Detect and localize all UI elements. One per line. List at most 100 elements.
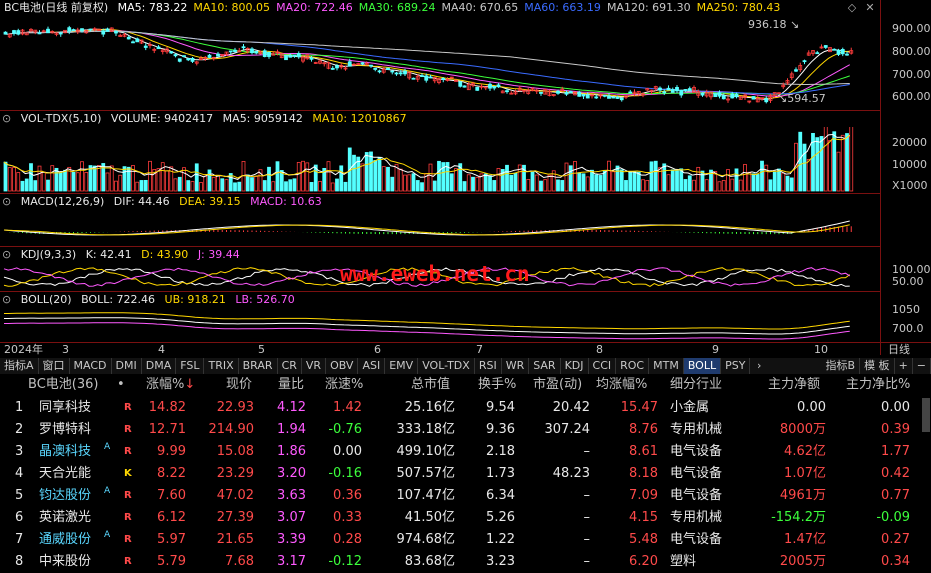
volume-bar bbox=[220, 178, 225, 192]
candle-body bbox=[394, 72, 399, 75]
period-label[interactable]: 日线 bbox=[888, 343, 910, 357]
tabs-scroll-right-icon[interactable]: › bbox=[754, 358, 764, 374]
candle-body bbox=[156, 46, 161, 50]
indicator-tab[interactable]: CR bbox=[278, 358, 302, 374]
table-row[interactable]: 6 英诺激光 R 6.12 27.39 3.07 0.33 41.50亿 5.26 – 4.15 专用… bbox=[0, 507, 931, 529]
table-row[interactable]: 8 中来股份 R 5.79 7.68 3.17 -0.12 83.68亿 3.23 – 6.20 塑料… bbox=[0, 551, 931, 573]
cell-vol-ratio: 1.86 bbox=[277, 444, 306, 459]
indicator-tab-right[interactable]: + bbox=[895, 358, 913, 374]
volume-bar bbox=[390, 176, 395, 192]
volume-bar bbox=[118, 174, 123, 192]
col-industry[interactable]: 细分行业 bbox=[670, 375, 722, 395]
indicator-tab[interactable]: 窗口 bbox=[39, 358, 70, 374]
col-main-ratio[interactable]: 主力净比% bbox=[846, 375, 910, 395]
stock-name: 天合光能 bbox=[39, 466, 92, 481]
vol-collapse-icon[interactable]: ⊙ bbox=[2, 112, 11, 125]
table-row[interactable]: 7 通威股份 A R 5.97 21.65 3.39 0.28 974.68亿 1.22 – 5.48… bbox=[0, 529, 931, 551]
volume-bar bbox=[624, 180, 628, 192]
indicator-tab[interactable]: MACD bbox=[70, 358, 112, 374]
time-axis-month: 3 bbox=[62, 343, 69, 356]
boll-collapse-icon[interactable]: ⊙ bbox=[2, 293, 11, 306]
col-pe[interactable]: 市盈(动) bbox=[533, 375, 582, 395]
col-cap[interactable]: 总市值 bbox=[411, 375, 450, 395]
ma-legend-item: MA60: 663.19 bbox=[524, 1, 601, 14]
table-row[interactable]: 2 罗博特科 R 12.71 214.90 1.94 -0.76 333.18亿 9.36 307… bbox=[0, 419, 931, 441]
indicator-tab[interactable]: OBV bbox=[326, 358, 359, 374]
macd-chart[interactable] bbox=[0, 210, 880, 246]
indicator-tab[interactable]: BRAR bbox=[239, 358, 278, 374]
indicator-tab[interactable]: TRIX bbox=[204, 358, 239, 374]
indicator-tab[interactable]: DMI bbox=[112, 358, 142, 374]
chart-close-icon[interactable]: ✕ bbox=[864, 2, 876, 14]
volume-bar bbox=[254, 176, 259, 192]
cell-speed: 1.42 bbox=[333, 400, 362, 415]
col-vol-ratio[interactable]: 量比 bbox=[278, 375, 304, 395]
col-avg-chg[interactable]: 均涨幅% bbox=[596, 375, 647, 395]
volume-bar bbox=[352, 154, 356, 192]
boll-chart[interactable] bbox=[0, 308, 880, 342]
cell-main-net: 1.07亿 bbox=[784, 466, 826, 481]
indicator-tab[interactable]: RSI bbox=[475, 358, 502, 374]
indicator-tab-right[interactable]: − bbox=[913, 358, 931, 374]
volume-chart[interactable] bbox=[0, 127, 880, 193]
cell-main-net: 4961万 bbox=[779, 488, 826, 503]
indicator-tab[interactable]: DMA bbox=[142, 358, 177, 374]
volume-bar bbox=[54, 167, 59, 192]
macd-collapse-icon[interactable]: ⊙ bbox=[2, 195, 11, 208]
volume-bar bbox=[105, 172, 110, 192]
indicator-tab-right[interactable]: 模 板 bbox=[860, 358, 895, 374]
volume-bar bbox=[122, 166, 127, 192]
col-main-net[interactable]: 主力净额 bbox=[768, 375, 820, 395]
volume-bar bbox=[292, 178, 297, 192]
indicator-tab-right[interactable]: 指标B bbox=[822, 358, 861, 374]
indicator-tab[interactable]: ASI bbox=[358, 358, 386, 374]
candle-body bbox=[815, 52, 820, 55]
kdj-collapse-icon[interactable]: ⊙ bbox=[2, 248, 11, 261]
candle-body bbox=[398, 72, 403, 75]
volume-bar bbox=[751, 173, 756, 192]
cell-industry: 专用机械 bbox=[670, 510, 723, 525]
candle-body bbox=[764, 98, 769, 103]
indicator-tab[interactable]: ROC bbox=[616, 358, 650, 374]
candle-body bbox=[169, 51, 174, 54]
chart-settings-icon[interactable]: ◇ bbox=[846, 2, 858, 14]
volume-bar bbox=[339, 165, 344, 192]
stock-table-header: BC电池(36) • 涨幅%↓ 现价 量比 涨速% 总市值 换手% 市盈(动) … bbox=[0, 375, 931, 395]
cell-avg-chg: 15.47 bbox=[620, 400, 658, 415]
volume-bar bbox=[585, 176, 590, 192]
table-row[interactable]: 5 钧达股份 A R 7.60 47.02 3.63 0.36 107.47亿 6.34 – 7.09… bbox=[0, 485, 931, 507]
volume-bar bbox=[760, 160, 764, 192]
vol-ytick-1: 10000 bbox=[892, 158, 927, 171]
boll-ytick-1: 700.0 bbox=[892, 322, 924, 335]
time-axis-month: 9 bbox=[712, 343, 719, 356]
indicator-tab[interactable]: BOLL bbox=[683, 358, 722, 374]
indicator-tab[interactable]: SAR bbox=[529, 358, 561, 374]
col-turnover[interactable]: 换手% bbox=[478, 375, 516, 395]
indicator-tab[interactable]: 指标A bbox=[0, 358, 39, 374]
indicator-tab[interactable]: CCI bbox=[589, 358, 617, 374]
indicator-tab[interactable]: PSY bbox=[721, 358, 751, 374]
col-price[interactable]: 现价 bbox=[226, 375, 252, 395]
volume-bar bbox=[768, 179, 773, 192]
cell-cap: 107.47亿 bbox=[396, 488, 456, 503]
table-row[interactable]: 1 同享科技 R 14.82 22.93 4.12 1.42 25.16亿 9.54 20.42 1… bbox=[0, 397, 931, 419]
col-chg[interactable]: 涨幅%↓ bbox=[146, 375, 195, 395]
indicator-tab[interactable]: MTM bbox=[649, 358, 684, 374]
col-speed[interactable]: 涨速% bbox=[325, 375, 363, 395]
table-scrollbar-thumb[interactable] bbox=[922, 398, 930, 432]
boll-line bbox=[4, 312, 850, 330]
table-row[interactable]: 3 晶澳科技 A R 9.99 15.08 1.86 0.00 499.10亿 2.18 – 8.61… bbox=[0, 441, 931, 463]
indicator-tab[interactable]: VR bbox=[302, 358, 327, 374]
volume-bar bbox=[670, 169, 675, 192]
volume-bar bbox=[233, 182, 237, 192]
candle-body bbox=[836, 50, 841, 55]
indicator-tab[interactable]: EMV bbox=[385, 358, 419, 374]
block-title[interactable]: BC电池(36) bbox=[28, 375, 98, 395]
table-row[interactable]: 4 天合光能 K 8.22 23.29 3.20 -0.16 507.57亿 1.73 48.23… bbox=[0, 463, 931, 485]
indicator-tab[interactable]: WR bbox=[502, 358, 530, 374]
indicator-tab[interactable]: VOL-TDX bbox=[418, 358, 475, 374]
candle-body bbox=[492, 86, 497, 89]
indicator-tab[interactable]: FSL bbox=[176, 358, 205, 374]
candle-body bbox=[611, 96, 616, 99]
indicator-tab[interactable]: KDJ bbox=[561, 358, 589, 374]
